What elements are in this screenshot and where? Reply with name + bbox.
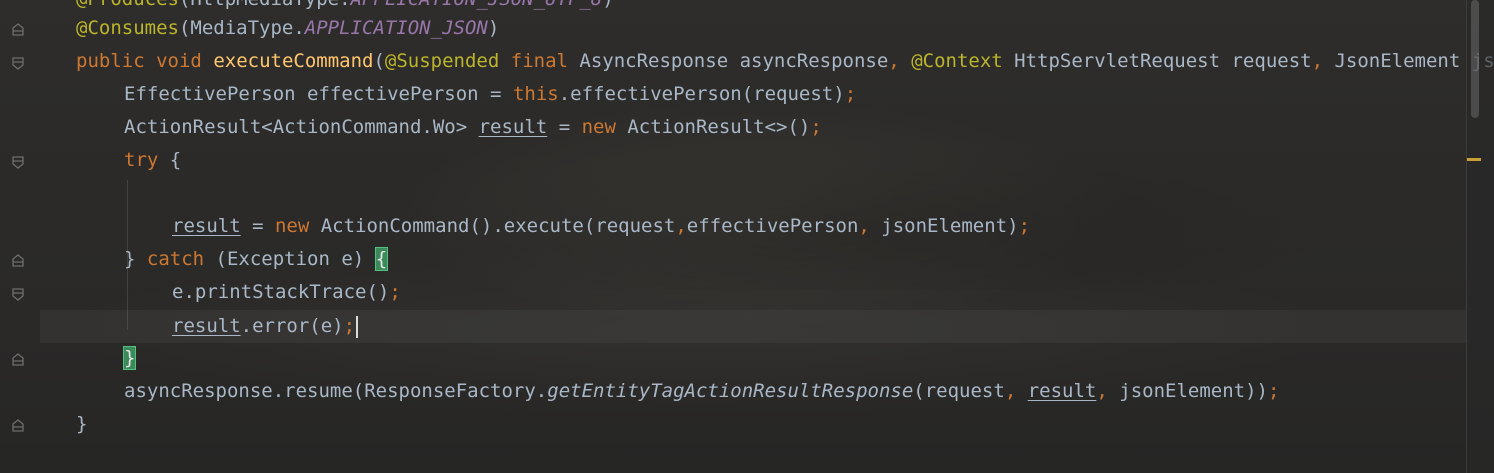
code-text: ActionResult<ActionCommand.Wo>: [124, 116, 479, 138]
code-line[interactable]: }: [122, 342, 137, 375]
code-text: e.printStackTrace(): [172, 281, 390, 303]
punctuation: ;: [1267, 380, 1280, 402]
code-text: ): [602, 0, 613, 10]
warning-marker[interactable]: [1467, 158, 1481, 161]
code-text: ): [487, 17, 500, 39]
keyword: final: [510, 50, 568, 72]
annotation: @Produces: [76, 0, 179, 10]
code-line[interactable]: result = new ActionCommand().execute(req…: [172, 210, 1030, 243]
text-caret: [356, 315, 359, 338]
punctuation: ,: [675, 215, 687, 237]
annotation: @Context: [911, 50, 1003, 72]
keyword: try: [124, 149, 159, 171]
annotation: @Consumes: [76, 17, 179, 39]
punctuation: ;: [343, 315, 356, 337]
code-line[interactable]: @Consumes(MediaType.APPLICATION_JSON): [76, 12, 499, 45]
code-text: =: [240, 215, 275, 237]
punctuation: ,: [858, 215, 870, 237]
code-line[interactable]: ActionResult<ActionCommand.Wo> result = …: [124, 111, 822, 144]
code-text: ActionResult<>(): [615, 116, 811, 138]
punctuation: ,: [1096, 380, 1108, 402]
variable: result: [172, 315, 241, 337]
vertical-scrollbar[interactable]: [1466, 0, 1494, 473]
code-text: jsonElement)): [1107, 380, 1268, 402]
code-line[interactable]: e.printStackTrace();: [172, 276, 401, 309]
code-text: jsonElement): [869, 215, 1019, 237]
code-line[interactable]: EffectivePerson effectivePerson = this.e…: [124, 78, 856, 111]
code-text: .effectivePerson(request): [558, 83, 845, 105]
code-text: }: [124, 248, 147, 270]
code-line[interactable]: }: [76, 408, 87, 441]
code-text: EffectivePerson effectivePerson =: [124, 83, 513, 105]
code-area[interactable]: @Produces(HttpMediaType.APPLICATION_JSON…: [0, 0, 1494, 473]
punctuation: ;: [810, 116, 822, 138]
keyword: public: [76, 50, 145, 72]
code-editor[interactable]: @Produces(HttpMediaType.APPLICATION_JSON…: [0, 0, 1494, 473]
code-line[interactable]: try {: [124, 144, 181, 177]
code-text: (request: [913, 380, 1005, 402]
code-text: (HttpMediaType.: [179, 0, 351, 10]
matched-brace: }: [122, 346, 137, 370]
scrollbar-thumb[interactable]: [1471, 0, 1479, 118]
punctuation: ,: [1004, 380, 1017, 402]
keyword: new: [274, 215, 310, 237]
code-text: =: [547, 116, 582, 138]
method-name: executeCommand: [213, 50, 374, 72]
code-text: .error(e): [240, 315, 344, 337]
constant: APPLICATION_JSON_UTF_8: [351, 0, 603, 10]
code-line[interactable]: result.error(e);: [172, 310, 359, 343]
variable: result: [172, 215, 241, 237]
code-text: (: [373, 50, 385, 72]
punctuation: ,: [888, 50, 900, 72]
code-line[interactable]: asyncResponse.resume(ResponseFactory.get…: [124, 375, 1279, 408]
punctuation: ;: [389, 281, 401, 303]
code-text: asyncResponse.resume(ResponseFactory.: [124, 380, 548, 402]
keyword: this: [512, 83, 559, 105]
code-text: (MediaType.: [178, 17, 305, 39]
code-text: HttpServletRequest request: [1014, 50, 1312, 72]
punctuation: ;: [844, 83, 857, 105]
keyword: catch: [146, 248, 205, 270]
variable: result: [478, 116, 548, 138]
code-text: effectivePerson: [686, 215, 859, 237]
variable: result: [1027, 380, 1097, 402]
annotation: @Suspended: [384, 50, 500, 72]
keyword: void: [156, 50, 202, 72]
code-text: AsyncResponse asyncResponse: [579, 50, 889, 72]
punctuation: ,: [1311, 50, 1324, 72]
code-line[interactable]: } catch (Exception e) {: [124, 243, 389, 276]
code-text: {: [158, 149, 182, 171]
punctuation: ;: [1018, 215, 1031, 237]
code-text: }: [76, 413, 88, 435]
code-text: (Exception e): [204, 248, 376, 270]
static-method: getEntityTagActionResultResponse: [547, 380, 914, 402]
keyword: new: [581, 116, 616, 138]
code-line[interactable]: public void executeCommand(@Suspended fi…: [76, 45, 1494, 78]
code-text: ActionCommand().execute(request: [309, 215, 676, 237]
constant: APPLICATION_JSON: [304, 17, 488, 39]
matched-brace: {: [374, 247, 389, 271]
